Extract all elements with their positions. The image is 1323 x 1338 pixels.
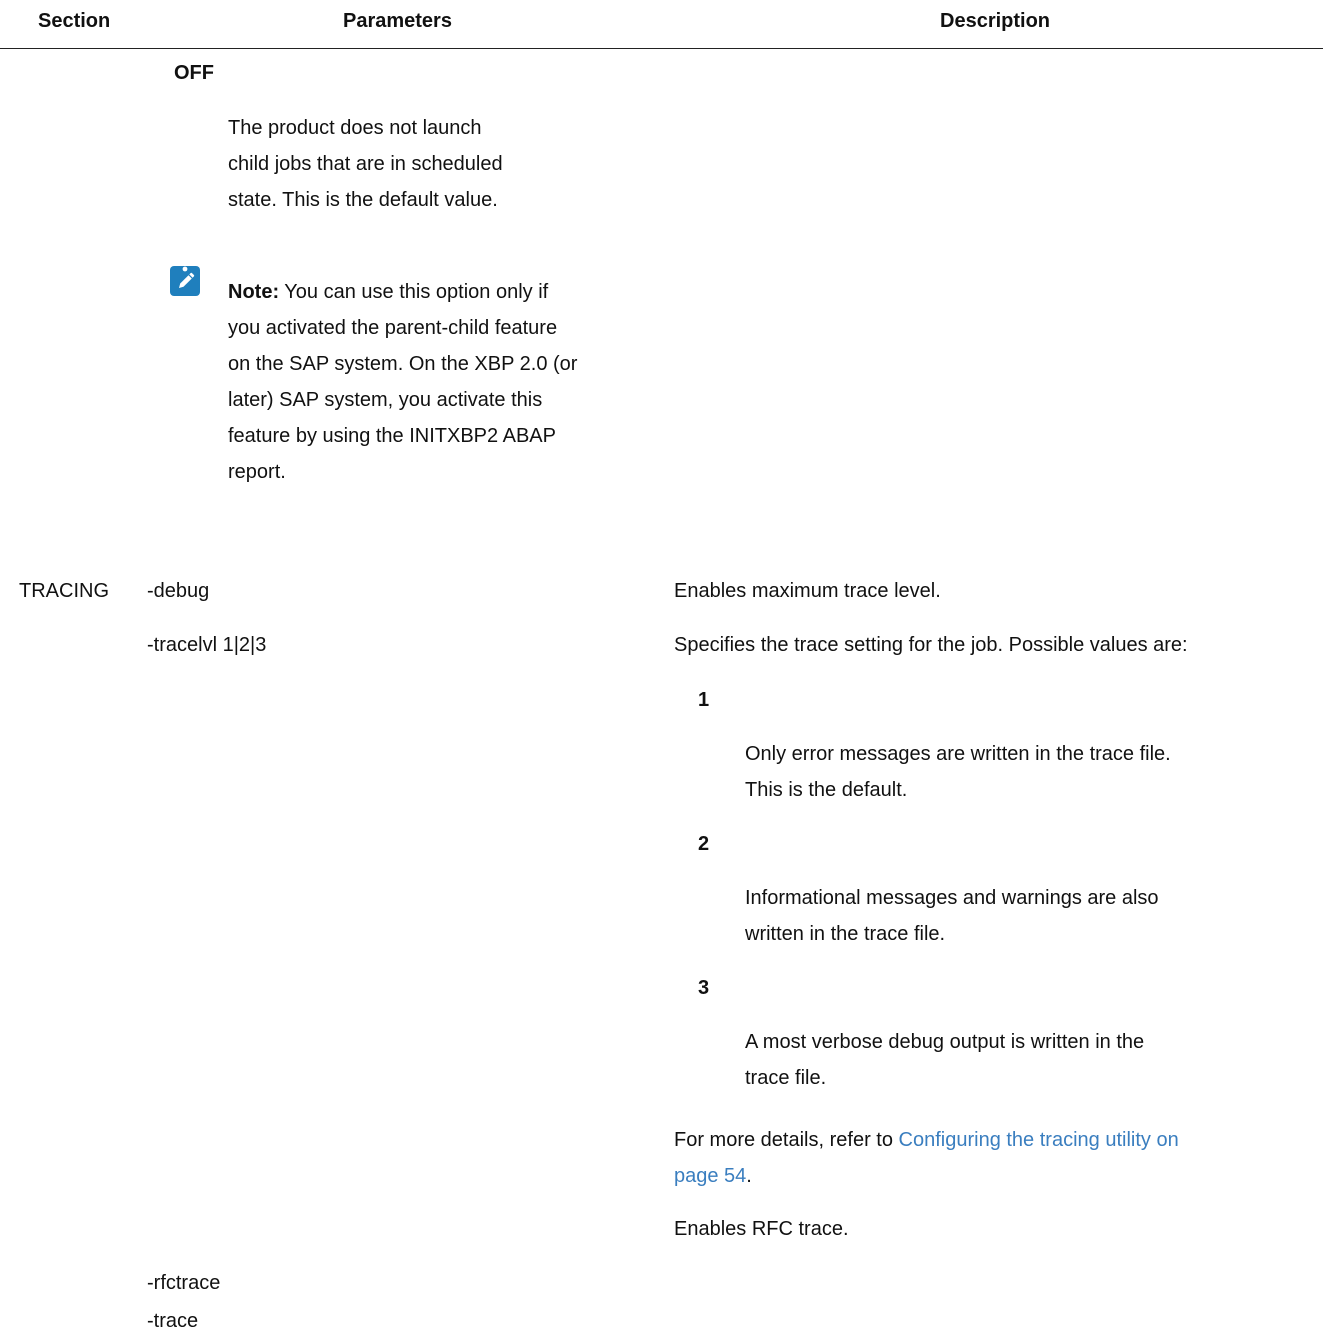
note-label: Note: — [228, 281, 280, 303]
note-first-line: Note: You can use this option only if — [228, 274, 577, 310]
more-details-line: page 54. — [674, 1158, 1179, 1194]
header-divider — [0, 48, 1323, 49]
off-term: OFF — [174, 62, 214, 84]
tracing-utility-link[interactable]: Configuring the tracing utility on — [899, 1129, 1179, 1151]
header-parameters: Parameters — [343, 10, 452, 32]
trace-level-value: 2 — [698, 833, 710, 855]
trace-level-description: Informational messages and warnings are … — [745, 880, 1159, 952]
trace-level-value: 1 — [698, 689, 710, 711]
more-details-suffix: . — [746, 1165, 752, 1187]
param-debug: -debug — [147, 580, 210, 602]
header-description: Description — [940, 10, 1051, 32]
off-desc-line: The product does not launch — [228, 117, 482, 139]
section-tracing: TRACING — [19, 580, 109, 602]
more-details-line: For more details, refer to Configuring t… — [674, 1122, 1179, 1158]
trace-level-line: A most verbose debug output is written i… — [745, 1031, 1145, 1053]
more-details: For more details, refer to Configuring t… — [674, 1122, 1179, 1194]
trace-level-line: This is the default. — [745, 779, 908, 801]
header-section: Section — [38, 10, 111, 32]
note-line: later) SAP system, you activate this — [228, 389, 543, 411]
trace-level-description: Only error messages are written in the t… — [745, 736, 1171, 808]
page-54-link[interactable]: page 54 — [674, 1165, 746, 1187]
off-description: The product does not launch child jobs t… — [228, 110, 503, 218]
trace-level-value: 3 — [698, 977, 710, 999]
trace-level-description: A most verbose debug output is written i… — [745, 1024, 1144, 1096]
note-block: Note: You can use this option only if yo… — [228, 274, 577, 490]
trace-level-line: trace file. — [745, 1067, 827, 1089]
trace-level-line: written in the trace file. — [745, 923, 946, 945]
note-line: on the SAP system. On the XBP 2.0 (or — [228, 353, 578, 375]
note-line: report. — [228, 461, 286, 483]
note-text: You can use this option only if — [279, 281, 549, 303]
pencil-note-icon — [170, 266, 200, 296]
trace-level-line: Only error messages are written in the t… — [745, 743, 1171, 765]
desc-tracelvl: Specifies the trace setting for the job.… — [674, 634, 1188, 656]
more-details-prefix: For more details, refer to — [674, 1129, 899, 1151]
param-tracelvl: -tracelvl 1|2|3 — [147, 634, 267, 656]
trace-level-line: Informational messages and warnings are … — [745, 887, 1159, 909]
param-trace: -trace — [147, 1310, 199, 1332]
off-desc-line: state. This is the default value. — [228, 189, 498, 211]
desc-debug: Enables maximum trace level. — [674, 580, 941, 602]
desc-rfctrace: Enables RFC trace. — [674, 1218, 849, 1240]
note-line: feature by using the INITXBP2 ABAP — [228, 425, 556, 447]
note-line: you activated the parent-child feature — [228, 317, 558, 339]
param-rfctrace: -rfctrace — [147, 1272, 221, 1294]
off-desc-line: child jobs that are in scheduled — [228, 153, 503, 175]
